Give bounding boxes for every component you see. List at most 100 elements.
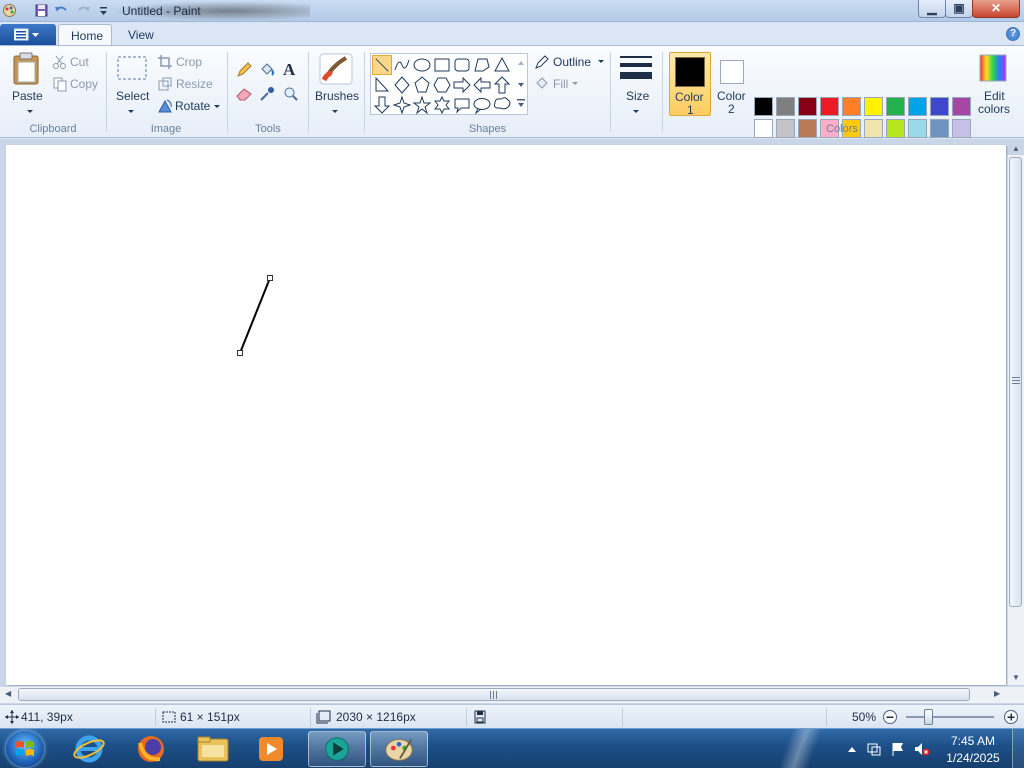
five-point-star-shape-icon[interactable] — [412, 95, 432, 115]
pentagon-shape-icon[interactable] — [412, 75, 432, 95]
clock-date[interactable]: 1/24/2025 — [942, 751, 1004, 765]
customize-quick-access-icon[interactable] — [96, 3, 111, 18]
eraser-tool-icon[interactable] — [236, 86, 252, 102]
paint-taskbar-icon[interactable] — [370, 731, 428, 767]
paste-dropdown-icon[interactable] — [22, 104, 38, 120]
color2-button[interactable]: Color 2 — [712, 52, 752, 116]
rotate-dropdown-icon[interactable] — [209, 99, 225, 115]
palette-color-swatch[interactable] — [842, 97, 861, 116]
help-icon[interactable]: ? — [1006, 27, 1020, 41]
polygon-shape-icon[interactable] — [472, 55, 492, 75]
undo-icon[interactable] — [54, 3, 69, 18]
palette-color-swatch[interactable] — [798, 97, 817, 116]
palette-color-swatch[interactable] — [776, 97, 795, 116]
file-explorer-icon[interactable] — [186, 731, 240, 767]
action-center-icon[interactable] — [866, 741, 882, 757]
up-arrow-shape-icon[interactable] — [492, 75, 512, 95]
edit-colors-icon — [979, 54, 1007, 82]
palette-color-swatch[interactable] — [886, 97, 905, 116]
scroll-left-icon[interactable]: ◀ — [5, 689, 11, 698]
pencil-icon[interactable] — [236, 62, 252, 78]
ribbon-separator — [610, 52, 611, 132]
start-button[interactable] — [6, 731, 44, 767]
line-shape-icon[interactable] — [372, 55, 392, 75]
palette-color-swatch[interactable] — [908, 97, 927, 116]
screen-recorder-icon[interactable] — [308, 731, 366, 767]
minimize-button[interactable]: ▁ — [918, 0, 946, 18]
left-arrow-shape-icon[interactable] — [472, 75, 492, 95]
file-size-icon — [474, 710, 486, 724]
outline-dropdown-icon[interactable] — [593, 54, 609, 70]
select-dropdown-icon[interactable] — [123, 104, 139, 120]
size-button[interactable]: Size — [626, 89, 649, 103]
rectangle-shape-icon[interactable] — [432, 55, 452, 75]
show-hidden-icons-icon[interactable] — [844, 741, 860, 757]
save-icon[interactable] — [34, 3, 49, 18]
right-triangle-shape-icon[interactable] — [372, 75, 392, 95]
palette-color-swatch[interactable] — [864, 97, 883, 116]
six-point-star-shape-icon[interactable] — [432, 95, 452, 115]
tab-view[interactable]: View — [116, 24, 166, 46]
shapes-gallery-scroll[interactable] — [514, 55, 528, 115]
maximize-button[interactable]: ▣ — [945, 0, 973, 18]
redo-icon[interactable] — [76, 3, 91, 18]
text-tool-icon[interactable]: A — [283, 60, 295, 80]
outline-button[interactable]: Outline — [553, 55, 591, 69]
vertical-scroll-thumb[interactable] — [1009, 157, 1022, 607]
internet-explorer-icon[interactable] — [62, 731, 116, 767]
paint-menu-button[interactable] — [0, 24, 56, 45]
curve-shape-icon[interactable] — [392, 55, 412, 75]
clock-time[interactable]: 7:45 AM — [946, 734, 1000, 748]
cut-button[interactable]: Cut — [70, 55, 89, 69]
zoom-slider-track[interactable] — [906, 716, 994, 718]
zoom-slider-thumb[interactable] — [924, 709, 933, 725]
crop-button[interactable]: Crop — [176, 55, 202, 69]
oval-callout-shape-icon[interactable] — [472, 95, 492, 115]
palette-color-swatch[interactable] — [930, 97, 949, 116]
cursor-position-icon — [5, 710, 19, 724]
down-arrow-shape-icon[interactable] — [372, 95, 392, 115]
scroll-down-icon[interactable]: ▼ — [1012, 673, 1020, 682]
fill-bucket-icon[interactable] — [259, 62, 275, 78]
rotate-button[interactable]: Rotate — [175, 99, 210, 113]
close-button[interactable]: ✕ — [972, 0, 1020, 18]
cloud-callout-shape-icon[interactable] — [492, 95, 512, 115]
edit-colors-label-2[interactable]: colors — [978, 102, 1010, 116]
scroll-right-icon[interactable]: ▶ — [994, 689, 1000, 698]
rounded-rectangle-shape-icon[interactable] — [452, 55, 472, 75]
color-picker-icon[interactable] — [259, 86, 275, 102]
media-player-icon[interactable] — [244, 731, 298, 767]
paste-button[interactable]: Paste — [12, 89, 43, 103]
brushes-dropdown-icon[interactable] — [327, 104, 343, 120]
zoom-in-icon[interactable] — [1003, 709, 1019, 725]
color1-button[interactable]: Color 1 — [669, 52, 711, 117]
magnifier-icon[interactable] — [283, 86, 299, 102]
four-point-star-shape-icon[interactable] — [392, 95, 412, 115]
palette-color-swatch[interactable] — [820, 97, 839, 116]
select-button[interactable]: Select — [116, 89, 149, 103]
volume-muted-icon[interactable] — [914, 741, 930, 757]
drawn-line[interactable] — [6, 145, 1006, 685]
firefox-icon[interactable] — [124, 731, 178, 767]
horizontal-scroll-thumb[interactable] — [18, 688, 970, 701]
tab-home[interactable]: Home — [58, 24, 112, 46]
fill-dropdown-icon[interactable] — [567, 76, 583, 92]
zoom-out-icon[interactable] — [882, 709, 898, 725]
hexagon-shape-icon[interactable] — [432, 75, 452, 95]
resize-button[interactable]: Resize — [176, 77, 213, 91]
oval-shape-icon[interactable] — [412, 55, 432, 75]
show-desktop-button[interactable] — [1012, 729, 1024, 768]
drawing-canvas[interactable] — [6, 145, 1006, 685]
triangle-shape-icon[interactable] — [492, 55, 512, 75]
copy-button[interactable]: Copy — [70, 77, 98, 91]
size-dropdown-icon[interactable] — [628, 104, 644, 120]
flag-icon[interactable] — [890, 741, 906, 757]
right-arrow-shape-icon[interactable] — [452, 75, 472, 95]
palette-color-swatch[interactable] — [754, 97, 773, 116]
rounded-callout-shape-icon[interactable] — [452, 95, 472, 115]
brushes-button[interactable]: Brushes — [315, 89, 359, 103]
scroll-up-icon[interactable]: ▲ — [1012, 144, 1020, 153]
edit-colors-label-1[interactable]: Edit — [984, 89, 1005, 103]
palette-color-swatch[interactable] — [952, 97, 971, 116]
diamond-shape-icon[interactable] — [392, 75, 412, 95]
